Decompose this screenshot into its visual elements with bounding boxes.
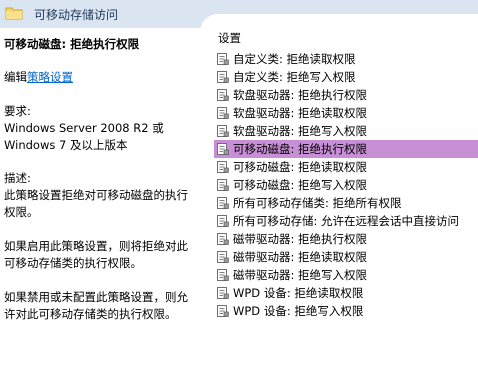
requirements-text: Windows Server 2008 R2 或 Windows 7 及以上版本 xyxy=(4,121,164,152)
policy-setting-icon xyxy=(217,287,229,299)
edit-policy-link[interactable]: 策略设置 xyxy=(27,70,73,84)
policy-setting-icon xyxy=(217,233,229,245)
policy-setting-icon xyxy=(217,53,229,65)
settings-list-item-label: 磁带驱动器: 拒绝写入权限 xyxy=(233,268,368,282)
edit-policy-line: 编辑策略设置 xyxy=(4,69,73,86)
settings-list-item[interactable]: 磁带驱动器: 拒绝读取权限 xyxy=(214,248,478,266)
settings-list-item[interactable]: 自定义类: 拒绝写入权限 xyxy=(214,68,478,86)
settings-list-item-label: 磁带驱动器: 拒绝读取权限 xyxy=(233,250,368,264)
edit-prefix: 编辑 xyxy=(4,70,27,84)
policy-setting-icon xyxy=(217,143,229,155)
policy-setting-icon xyxy=(217,197,229,209)
enabled-explanation: 如果启用此策略设置，则将拒绝对此 可移动存储类的执行权限。 xyxy=(4,239,188,270)
policy-setting-icon xyxy=(217,107,229,119)
settings-list-item-label: WPD 设备: 拒绝写入权限 xyxy=(233,304,364,318)
settings-list-item[interactable]: 软盘驱动器: 拒绝读取权限 xyxy=(214,104,478,122)
policy-setting-icon xyxy=(217,269,229,281)
settings-list-item-label: 自定义类: 拒绝读取权限 xyxy=(233,52,356,66)
settings-list-item[interactable]: 可移动磁盘: 拒绝执行权限 xyxy=(214,140,478,158)
settings-list-item[interactable]: 自定义类: 拒绝读取权限 xyxy=(214,50,478,68)
settings-list-item-label: 自定义类: 拒绝写入权限 xyxy=(233,70,356,84)
description-text: 此策略设置拒绝对可移动磁盘的执行 权限。 xyxy=(4,188,188,219)
settings-list-item-label: 软盘驱动器: 拒绝执行权限 xyxy=(233,88,368,102)
settings-list-item-label: 可移动磁盘: 拒绝写入权限 xyxy=(233,178,368,192)
settings-list-item-label: 软盘驱动器: 拒绝读取权限 xyxy=(233,106,368,120)
settings-list: 自定义类: 拒绝读取权限 自定义类: 拒绝写入权限 软盘驱动器: 拒绝执行权限 软盘驱… xyxy=(214,50,478,320)
settings-list-item-label: 可移动磁盘: 拒绝读取权限 xyxy=(233,160,368,174)
settings-list-item[interactable]: 所有可移动存储: 允许在远程会话中直接访问 xyxy=(214,212,478,230)
settings-list-item-label: 软盘驱动器: 拒绝写入权限 xyxy=(233,124,368,138)
settings-list-item[interactable]: WPD 设备: 拒绝读取权限 xyxy=(214,284,478,302)
policy-setting-icon xyxy=(217,161,229,173)
settings-list-item-label: 磁带驱动器: 拒绝执行权限 xyxy=(233,232,368,246)
header-curve xyxy=(200,14,478,32)
window-title: 可移动存储访问 xyxy=(34,8,119,22)
settings-list-item[interactable]: 软盘驱动器: 拒绝写入权限 xyxy=(214,122,478,140)
disabled-explanation: 如果禁用或未配置此策略设置，则允 许对此可移动存储类的执行权限。 xyxy=(4,290,188,321)
settings-list-item[interactable]: 磁带驱动器: 拒绝写入权限 xyxy=(214,266,478,284)
policy-setting-icon xyxy=(217,251,229,263)
settings-list-item[interactable]: WPD 设备: 拒绝写入权限 xyxy=(214,302,478,320)
settings-list-item-label: WPD 设备: 拒绝读取权限 xyxy=(233,286,364,300)
policy-setting-icon xyxy=(217,305,229,317)
settings-list-item[interactable]: 可移动磁盘: 拒绝写入权限 xyxy=(214,176,478,194)
policy-setting-icon xyxy=(217,71,229,83)
settings-list-item-label: 可移动磁盘: 拒绝执行权限 xyxy=(233,142,368,156)
settings-list-item[interactable]: 软盘驱动器: 拒绝执行权限 xyxy=(214,86,478,104)
description-label: 描述: xyxy=(4,171,31,185)
policy-title: 可移动磁盘: 拒绝执行权限 xyxy=(4,37,140,51)
settings-list-item[interactable]: 可移动磁盘: 拒绝读取权限 xyxy=(214,158,478,176)
policy-setting-icon xyxy=(217,215,229,227)
settings-list-item[interactable]: 磁带驱动器: 拒绝执行权限 xyxy=(214,230,478,248)
settings-list-item-label: 所有可移动存储: 允许在远程会话中直接访问 xyxy=(233,214,460,228)
folder-icon xyxy=(5,7,23,20)
requirements-label: 要求: xyxy=(4,104,31,118)
policy-setting-icon xyxy=(217,125,229,137)
policy-setting-icon xyxy=(217,179,229,191)
policy-setting-icon xyxy=(217,89,229,101)
settings-list-item-label: 所有可移动存储类: 拒绝所有权限 xyxy=(233,196,402,210)
settings-list-item[interactable]: 所有可移动存储类: 拒绝所有权限 xyxy=(214,194,478,212)
settings-column-header[interactable]: 设置 xyxy=(218,30,241,46)
